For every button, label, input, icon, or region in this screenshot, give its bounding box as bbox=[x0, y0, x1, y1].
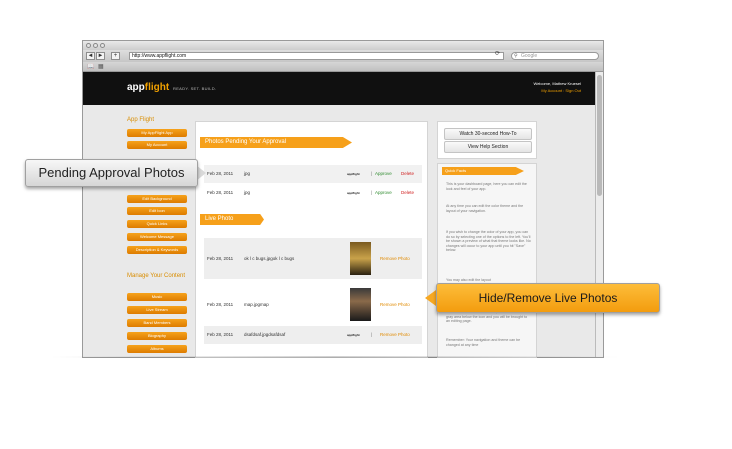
nav-section-manage-content: Manage Your Content bbox=[127, 273, 186, 279]
fact-paragraph: At any time you can edit the color theme… bbox=[446, 204, 524, 213]
scrollbar[interactable] bbox=[595, 72, 603, 357]
delete-link[interactable]: Delete bbox=[401, 165, 414, 183]
nav-my-account[interactable]: My Account bbox=[127, 141, 187, 149]
row-date: Feb 28, 2011 bbox=[207, 190, 234, 195]
appflight-logo[interactable]: appflight bbox=[127, 82, 169, 93]
site-header: appflight READY. SET. BUILD. Welcome, Ma… bbox=[83, 72, 595, 105]
logo-flight-text: flight bbox=[144, 82, 170, 93]
fact-paragraph: You may also edit the layout bbox=[446, 278, 491, 282]
row-separator: | bbox=[371, 171, 373, 176]
nav-live-stream[interactable]: Live Stream bbox=[127, 306, 187, 314]
welcome-text: Welcome, Mathew Kruesel bbox=[533, 81, 582, 86]
live-photo-row: Feb 28, 2011 ok l c bugs.jpgok l c bugs … bbox=[204, 238, 422, 279]
remove-callout-pointer bbox=[425, 290, 436, 306]
nav-band-members[interactable]: Band Members bbox=[127, 319, 187, 327]
title-bar bbox=[83, 41, 603, 50]
row-date: Feb 28, 2011 bbox=[207, 302, 234, 307]
nav-section-app-flight: App Flight bbox=[127, 117, 155, 123]
quick-facts-heading: Quick Facts bbox=[442, 167, 524, 175]
search-icon: ⚲ bbox=[514, 53, 518, 59]
row-separator: | bbox=[371, 190, 373, 195]
search-field[interactable]: ⚲ Google bbox=[511, 52, 599, 60]
close-window-button[interactable] bbox=[86, 43, 91, 48]
remove-live-photos-callout: Hide/Remove Live Photos bbox=[436, 283, 660, 313]
search-placeholder: Google bbox=[521, 53, 538, 59]
live-photo-heading: Live Photo bbox=[200, 214, 264, 225]
row-separator: | bbox=[371, 332, 373, 337]
photo-thumbnail bbox=[350, 288, 371, 321]
bookmarks-bar: 📖 ▦ bbox=[83, 62, 603, 72]
photo-thumbnail bbox=[350, 242, 371, 275]
row-filename: ok l c bugs.jpgok l c bugs bbox=[244, 256, 295, 261]
nav-edit-background[interactable]: Edit Background bbox=[127, 195, 187, 203]
scrollbar-thumb[interactable] bbox=[597, 75, 602, 196]
remove-photo-link[interactable]: Remove Photo bbox=[380, 284, 410, 325]
window-shadow bbox=[50, 356, 620, 358]
row-appflight-logo: appflight bbox=[347, 172, 360, 176]
logo-app-text: app bbox=[127, 82, 145, 93]
address-bar[interactable]: http://www.appflight.com bbox=[129, 52, 504, 60]
delete-link[interactable]: Delete bbox=[401, 184, 414, 202]
row-filename: map.jpgmap bbox=[244, 302, 269, 307]
watch-how-to-button[interactable]: Watch 30-second How-To bbox=[444, 128, 532, 140]
nav-quick-links[interactable]: Quick Links bbox=[127, 220, 187, 228]
help-box: Watch 30-second How-To View Help Section bbox=[437, 121, 537, 159]
row-date: Feb 28, 2011 bbox=[207, 332, 234, 337]
zoom-window-button[interactable] bbox=[100, 43, 105, 48]
browser-toolbar: ◄ ► + http://www.appflight.com ⟳ ⚲ Googl… bbox=[83, 50, 603, 62]
pending-photo-row: Feb 28, 2011 jpg appflight | Approve Del… bbox=[204, 165, 422, 183]
pending-photos-heading: Photos Pending Your Approval bbox=[200, 137, 352, 148]
account-links[interactable]: My Account : Sign Out bbox=[471, 88, 581, 93]
row-appflight-logo: appflight bbox=[347, 191, 360, 195]
approve-link[interactable]: Approve bbox=[375, 165, 392, 183]
minimize-window-button[interactable] bbox=[93, 43, 98, 48]
fact-paragraph: Remember: Your navigation and theme can … bbox=[446, 338, 521, 347]
pending-approval-callout: Pending Approval Photos bbox=[25, 159, 198, 187]
quick-facts-panel: Quick Facts This is your dashboard page,… bbox=[437, 163, 537, 358]
row-filename: jpg bbox=[244, 190, 251, 195]
row-filename: jpg bbox=[244, 171, 251, 176]
nav-edit-icon[interactable]: Edit Icon bbox=[127, 207, 187, 215]
main-panel: Photos Pending Your Approval Feb 28, 201… bbox=[195, 121, 428, 358]
tagline: READY. SET. BUILD. bbox=[173, 86, 217, 91]
view-help-section-button[interactable]: View Help Section bbox=[444, 141, 532, 153]
top-sites-grid-icon[interactable]: ▦ bbox=[98, 63, 104, 70]
nav-my-appflight-app[interactable]: My AppFlight App bbox=[127, 129, 187, 137]
nav-description-keywords[interactable]: Description & Keywords bbox=[127, 246, 187, 254]
back-button[interactable]: ◄ bbox=[86, 52, 95, 60]
nav-albums[interactable]: Albums bbox=[127, 345, 187, 353]
row-date: Feb 28, 2011 bbox=[207, 256, 234, 261]
nav-music[interactable]: Music bbox=[127, 293, 187, 301]
forward-button[interactable]: ► bbox=[96, 52, 105, 60]
nav-welcome-message[interactable]: Welcome Message bbox=[127, 233, 187, 241]
reload-icon[interactable]: ⟳ bbox=[495, 50, 500, 57]
live-photo-row: Feb 28, 2011 dsafdsaf.jpgdsafdsaf appfli… bbox=[204, 326, 422, 344]
row-appflight-logo: appflight bbox=[347, 333, 360, 337]
row-date: Feb 28, 2011 bbox=[207, 171, 234, 176]
remove-photo-link[interactable]: Remove Photo bbox=[380, 326, 410, 344]
fact-paragraph: This is your dashboard page, here you ca… bbox=[446, 182, 527, 191]
fact-paragraph: If you wish to change the color of your … bbox=[446, 230, 531, 253]
bookmarks-book-icon[interactable]: 📖 bbox=[87, 63, 94, 70]
row-filename: dsafdsaf.jpgdsafdsaf bbox=[244, 332, 286, 337]
remove-photo-link[interactable]: Remove Photo bbox=[380, 238, 410, 279]
add-bookmark-button[interactable]: + bbox=[111, 52, 120, 60]
live-photo-row: Feb 28, 2011 map.jpgmap Remove Photo bbox=[204, 284, 422, 325]
pending-photo-row: Feb 28, 2011 jpg appflight | Approve Del… bbox=[204, 184, 422, 202]
nav-biography[interactable]: Biography bbox=[127, 332, 187, 340]
approve-link[interactable]: Approve bbox=[375, 184, 392, 202]
